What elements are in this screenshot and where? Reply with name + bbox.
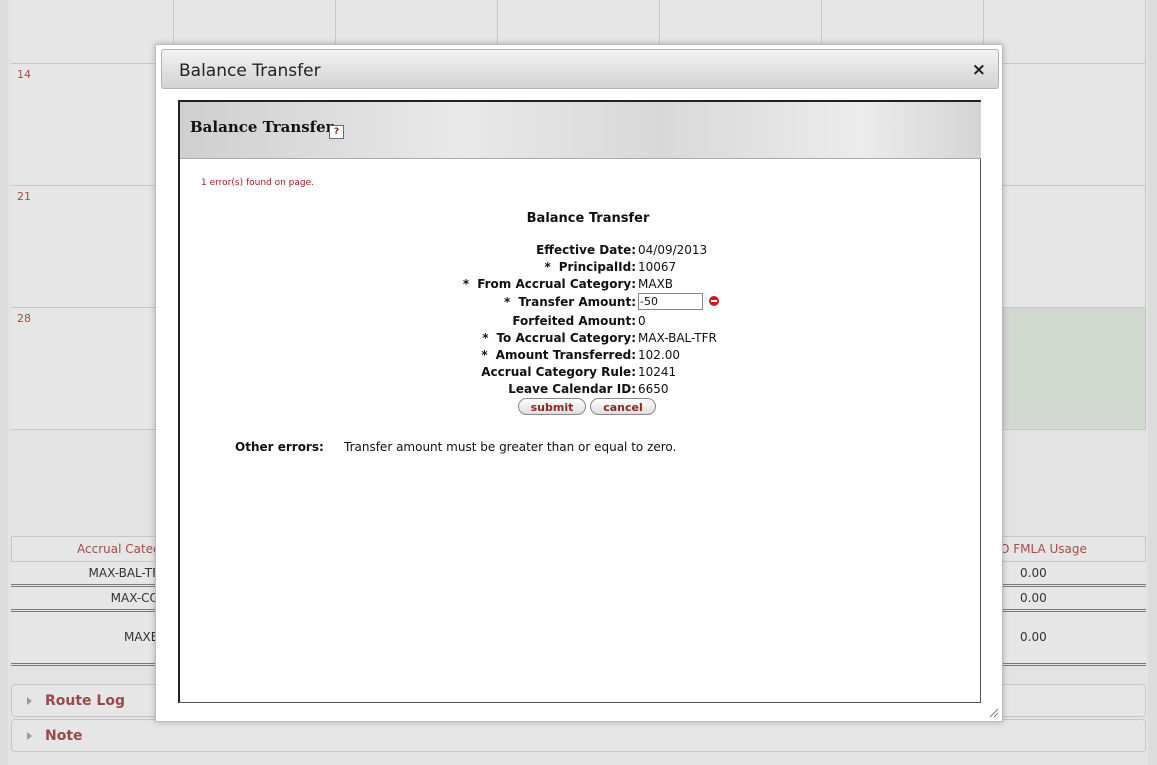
to-accrual-category-label: To Accrual Category:	[496, 331, 636, 345]
calendar-cell[interactable]	[11, 0, 174, 64]
required-marker: *	[462, 277, 470, 291]
column-header-accrual-category: Accrual Categ	[77, 542, 161, 556]
accrual-category-cell: MAX-CO	[110, 591, 159, 605]
forfeited-amount-row: Forfeited Amount: 0	[180, 314, 981, 331]
note-label: Note	[45, 728, 83, 744]
forfeited-amount-label: Forfeited Amount:	[512, 314, 636, 328]
section-header: Balance Transfer ?	[180, 102, 981, 159]
expand-triangle-icon	[27, 732, 32, 740]
dialog-title-bar[interactable]: Balance Transfer ×	[161, 49, 999, 89]
transfer-amount-label: Transfer Amount:	[518, 295, 636, 309]
fmla-usage-cell: 0.00	[1020, 591, 1047, 605]
calendar-day-number: 21	[17, 190, 31, 203]
calendar-cell[interactable]	[984, 186, 1146, 308]
expand-triangle-icon	[27, 697, 32, 705]
to-accrual-category-row: * To Accrual Category: MAX-BAL-TFR	[180, 331, 981, 348]
amount-transferred-row: * Amount Transferred: 102.00	[180, 348, 981, 365]
amount-transferred-value: 102.00	[638, 348, 680, 362]
required-marker: *	[481, 348, 488, 362]
calendar-day-number: 14	[17, 68, 31, 81]
transfer-amount-label-group: * Transfer Amount:	[504, 295, 636, 309]
calendar-cell[interactable]: 28	[11, 308, 174, 430]
help-icon[interactable]: ?	[329, 125, 344, 139]
principal-id-label: PrincipalId:	[558, 260, 636, 274]
error-icon	[709, 296, 719, 306]
amount-transferred-label-group: * Amount Transferred:	[481, 348, 636, 362]
other-errors-message: Transfer amount must be greater than or …	[344, 440, 677, 454]
accrual-category-rule-value: 10241	[638, 365, 677, 379]
submit-button[interactable]: submit	[518, 398, 586, 415]
calendar-cell[interactable]	[984, 308, 1146, 430]
accrual-category-cell: MAXB	[123, 630, 159, 644]
fmla-usage-cell: 0.00	[1020, 630, 1047, 644]
transfer-amount-input[interactable]	[638, 293, 703, 310]
balance-transfer-dialog: Balance Transfer × Balance Transfer ? 1 …	[155, 44, 1003, 722]
forfeited-amount-value: 0	[638, 314, 646, 328]
column-header-fmla-usage: O FMLA Usage	[1000, 542, 1087, 556]
section-title: Balance Transfer	[190, 118, 334, 136]
error-count-message: 1 error(s) found on page.	[201, 178, 315, 188]
note-panel[interactable]: Note	[11, 719, 1146, 752]
required-marker: *	[482, 331, 489, 345]
route-log-label: Route Log	[45, 693, 125, 709]
accrual-category-rule-label: Accrual Category Rule:	[481, 365, 636, 379]
required-marker: *	[544, 260, 551, 274]
dialog-title: Balance Transfer	[179, 61, 321, 81]
accrual-category-cell: MAX-BAL-TF	[88, 566, 159, 580]
transfer-amount-row: * Transfer Amount:	[180, 293, 981, 312]
resize-grip-icon[interactable]	[989, 708, 999, 718]
to-accrual-category-value: MAX-BAL-TFR	[638, 331, 717, 345]
calendar-cell[interactable]	[984, 64, 1146, 186]
principal-id-row: * PrincipalId: 10067	[180, 260, 981, 277]
from-accrual-category-label: From Accrual Category:	[477, 277, 636, 291]
effective-date-value: 04/09/2013	[638, 243, 708, 257]
calendar-day-number: 28	[17, 312, 31, 325]
accrual-category-rule-row: Accrual Category Rule: 10241	[180, 365, 981, 382]
calendar-cell[interactable]	[984, 0, 1146, 64]
cancel-button[interactable]: cancel	[590, 398, 656, 415]
principal-id-label-group: * PrincipalId:	[544, 260, 636, 274]
to-accrual-category-label-group: * To Accrual Category:	[482, 331, 636, 345]
fmla-usage-cell: 0.00	[1020, 566, 1047, 580]
amount-transferred-label: Amount Transferred:	[495, 348, 636, 362]
dialog-content-frame: Balance Transfer ? 1 error(s) found on p…	[178, 100, 981, 703]
effective-date-row: Effective Date: 04/09/2013	[180, 243, 981, 260]
from-accrual-category-label-group: * From Accrual Category:	[463, 277, 636, 291]
leave-calendar-id-value: 6650	[638, 382, 669, 396]
leave-calendar-id-label: Leave Calendar ID:	[508, 382, 636, 396]
effective-date-label: Effective Date:	[536, 243, 636, 257]
close-icon[interactable]: ×	[972, 60, 986, 80]
from-accrual-category-value: MAXB	[638, 277, 674, 291]
form-title: Balance Transfer	[526, 211, 650, 226]
calendar-cell[interactable]: 14	[11, 64, 174, 186]
required-marker: *	[504, 295, 511, 309]
calendar-cell[interactable]: 21	[11, 186, 174, 308]
principal-id-value: 10067	[638, 260, 677, 274]
other-errors-label: Other errors:	[235, 440, 324, 454]
from-accrual-category-row: * From Accrual Category: MAXB	[180, 277, 981, 294]
leave-calendar-id-row: Leave Calendar ID: 6650	[180, 382, 981, 399]
